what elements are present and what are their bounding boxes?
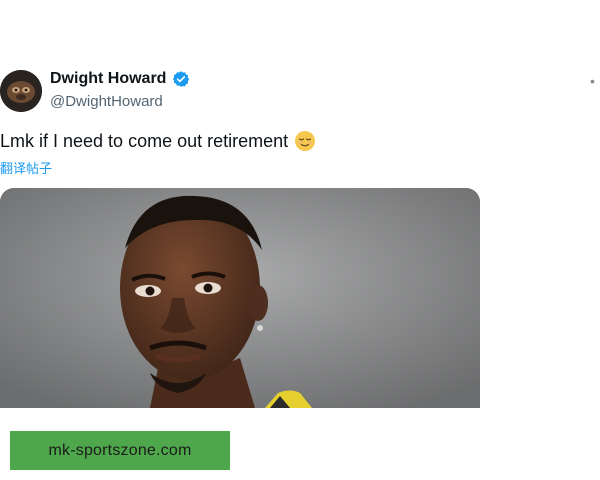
tweet-text: Lmk if I need to come out retirement	[0, 130, 289, 151]
author-name-row[interactable]: Dwight Howard	[50, 70, 190, 88]
tweet-media-image[interactable]	[0, 188, 480, 408]
display-name[interactable]: Dwight Howard	[50, 70, 166, 88]
site-banner-text[interactable]: mk-sportszone.com	[49, 442, 192, 460]
tweet-text-row: Lmk if I need to come out retirement	[0, 130, 316, 152]
site-banner[interactable]: mk-sportszone.com	[10, 431, 230, 470]
more-options-icon[interactable]: •	[590, 73, 595, 89]
avatar[interactable]	[0, 70, 42, 112]
portrait-photo	[0, 188, 480, 408]
translate-post-link[interactable]: 翻译帖子	[0, 158, 52, 177]
avatar-image	[0, 70, 42, 112]
relieved-face-emoji-icon	[294, 130, 316, 152]
handle[interactable]: @DwightHoward	[50, 93, 163, 110]
verified-badge-icon	[172, 70, 190, 88]
